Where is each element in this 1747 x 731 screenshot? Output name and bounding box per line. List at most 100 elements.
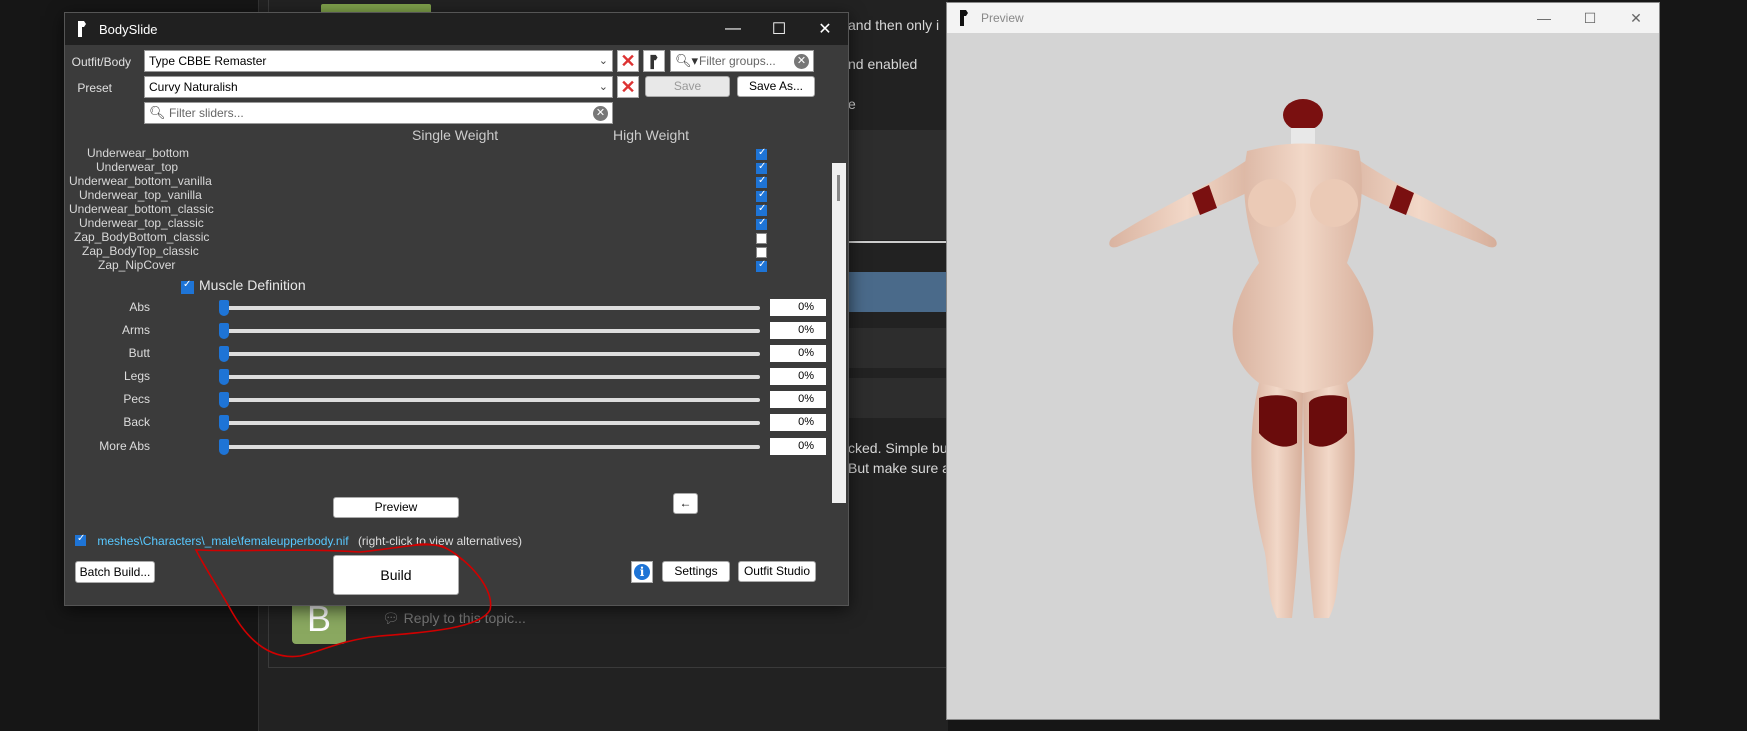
group-checkbox[interactable]	[756, 247, 767, 258]
group-checkbox[interactable]	[756, 147, 767, 160]
window-title: BodySlide	[99, 21, 158, 37]
category-checkbox[interactable]	[181, 279, 194, 294]
group-checkbox[interactable]	[756, 217, 767, 230]
group-checkbox[interactable]	[756, 189, 767, 202]
body-model-preview[interactable]	[947, 33, 1659, 719]
slider-thumb[interactable]	[219, 415, 229, 431]
filter-groups-placeholder: Filter groups...	[699, 54, 776, 68]
slider-row: Back 0%	[65, 413, 826, 435]
nif-hint: (right-click to view alternatives)	[357, 534, 522, 548]
reply-placeholder: Reply to this topic...	[403, 610, 526, 626]
slider-label: Abs	[129, 300, 150, 314]
slider-value-field[interactable]: 0%	[770, 368, 826, 385]
slider-track[interactable]	[222, 329, 760, 333]
filter-sliders-input[interactable]: 🔍︎ Filter sliders... ✕	[144, 102, 613, 124]
group-name: Underwear_bottom_classic	[69, 202, 214, 216]
nif-path-link[interactable]: meshes\Characters\_male\femaleupperbody.…	[97, 534, 348, 548]
nif-checkbox[interactable]	[75, 533, 86, 546]
batch-build-button[interactable]: Batch Build...	[75, 561, 155, 583]
slider-scrollbar[interactable]	[832, 163, 846, 503]
slider-label: Back	[123, 415, 150, 429]
preset-select[interactable]: Curvy Naturalish ⌄	[144, 76, 613, 98]
forum-text-line: e	[848, 96, 856, 112]
scrollbar-thumb[interactable]	[837, 175, 840, 201]
clear-icon[interactable]: ✕	[593, 106, 608, 121]
forum-text-line: cked. Simple bu	[848, 440, 948, 456]
info-icon: i	[634, 564, 650, 580]
slider-value-field[interactable]: 0%	[770, 299, 826, 316]
reply-field[interactable]: 💬︎ Reply to this topic...	[382, 610, 526, 627]
forum-highlight-bar	[848, 272, 948, 312]
slider-thumb[interactable]	[219, 392, 229, 408]
slider-label: Legs	[123, 369, 150, 383]
slider-track[interactable]	[222, 375, 760, 379]
bodyslide-icon-button[interactable]	[643, 50, 665, 72]
slider-value-field[interactable]: 0%	[770, 322, 826, 339]
slider-track[interactable]	[222, 352, 760, 356]
slider-thumb[interactable]	[219, 346, 229, 362]
preview-window: Preview — ☐ ✕	[946, 2, 1660, 720]
clear-outfit-button[interactable]: ✕	[617, 50, 639, 72]
bodyslide-window: BodySlide — ☐ ✕ Outfit/Body Type CBBE Re…	[64, 12, 849, 606]
slider-track[interactable]	[222, 445, 760, 449]
slider-value-field[interactable]: 0%	[770, 345, 826, 362]
group-checkbox[interactable]	[756, 175, 767, 188]
group-name: Underwear_top_classic	[79, 216, 204, 230]
group-name: Underwear_top	[96, 160, 179, 174]
minimize-button[interactable]: —	[710, 13, 756, 45]
slider-thumb[interactable]	[219, 323, 229, 339]
outfit-studio-button[interactable]: Outfit Studio	[738, 561, 816, 582]
slider-row: Pecs 0%	[65, 390, 826, 412]
forum-panel	[848, 130, 948, 240]
slider-row: More Abs 0%	[65, 437, 826, 459]
preview-title: Preview	[981, 11, 1024, 25]
slider-thumb[interactable]	[219, 369, 229, 385]
build-button[interactable]: Build	[333, 555, 459, 595]
preset-label: Preset	[77, 81, 112, 95]
slider-value-field[interactable]: 0%	[770, 438, 826, 455]
clear-icon[interactable]: ✕	[794, 54, 809, 69]
slider-thumb[interactable]	[219, 300, 229, 316]
group-checkbox[interactable]	[756, 259, 767, 272]
save-as-button[interactable]: Save As...	[737, 76, 815, 97]
close-button[interactable]: ✕	[802, 13, 848, 45]
outfit-label: Outfit/Body	[71, 55, 131, 69]
title-bar[interactable]: BodySlide — ☐ ✕	[65, 13, 848, 45]
forum-text-line: and then only i	[848, 17, 940, 33]
slider-track[interactable]	[222, 421, 760, 425]
search-icon: 🔍︎▾	[675, 53, 699, 68]
group-checkbox[interactable]	[756, 203, 767, 216]
maximize-button[interactable]: ☐	[1567, 3, 1613, 33]
comment-icon: 💬︎	[382, 610, 404, 626]
single-weight-header: Single Weight	[412, 127, 499, 143]
high-weight-header: High Weight	[613, 127, 690, 143]
save-button[interactable]: Save	[645, 76, 730, 97]
slider-value-field[interactable]: 0%	[770, 391, 826, 408]
filter-groups-input[interactable]: 🔍︎▾ Filter groups... ✕	[670, 50, 814, 72]
group-checkbox[interactable]	[756, 161, 767, 174]
nif-row: meshes\Characters\_male\femaleupperbody.…	[75, 533, 522, 548]
clear-preset-button[interactable]: ✕	[617, 76, 639, 98]
forum-panel	[848, 378, 948, 418]
maximize-button[interactable]: ☐	[756, 13, 802, 45]
slider-track[interactable]	[222, 306, 760, 310]
preview-title-bar[interactable]: Preview — ☐ ✕	[947, 3, 1659, 33]
slider-track[interactable]	[222, 398, 760, 402]
outfit-value: Type CBBE Remaster	[149, 54, 267, 68]
preview-button[interactable]: Preview	[333, 497, 459, 518]
info-button[interactable]: i	[631, 561, 653, 583]
slider-value-field[interactable]: 0%	[770, 414, 826, 431]
close-button[interactable]: ✕	[1613, 3, 1659, 33]
minimize-button[interactable]: —	[1521, 3, 1567, 33]
search-icon: 🔍︎	[149, 105, 166, 120]
group-name: Zap_NipCover	[98, 258, 176, 272]
filter-sliders-placeholder: Filter sliders...	[169, 106, 244, 120]
category-label: Muscle Definition	[199, 277, 306, 293]
slider-label: Pecs	[123, 392, 150, 406]
slider-thumb[interactable]	[219, 439, 229, 455]
outfit-select[interactable]: Type CBBE Remaster ⌄	[144, 50, 613, 72]
arrow-left-button[interactable]: ←	[673, 493, 698, 514]
settings-button[interactable]: Settings	[662, 561, 730, 582]
group-name: Underwear_bottom	[87, 146, 190, 160]
group-checkbox[interactable]	[756, 233, 767, 244]
